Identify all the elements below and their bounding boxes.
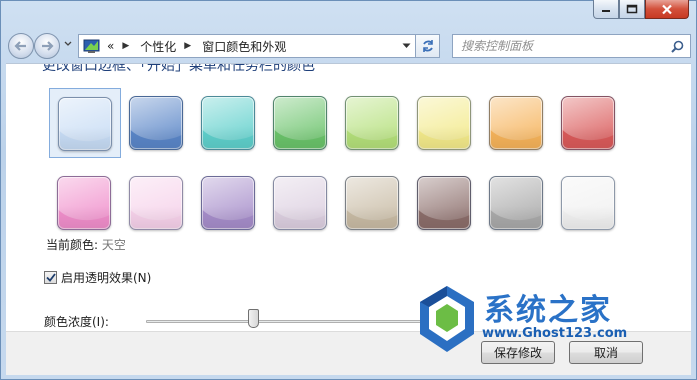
breadcrumb-personalization[interactable]: 个性化 — [140, 38, 176, 55]
arrow-left-icon — [14, 41, 26, 51]
color-swatch-ruby[interactable] — [553, 88, 625, 158]
color-swatch-sea[interactable] — [193, 88, 265, 158]
color-swatch-violet[interactable] — [193, 168, 265, 238]
minimize-button[interactable] — [593, 0, 619, 19]
transparency-option[interactable]: 启用透明效果(N) — [44, 269, 151, 286]
color-swatch-tile — [129, 176, 183, 230]
maximize-button[interactable] — [619, 0, 645, 19]
color-swatch-tile — [561, 96, 615, 150]
color-swatch-fuchsia[interactable] — [49, 168, 121, 238]
color-swatch-chocolate[interactable] — [409, 168, 481, 238]
close-button[interactable] — [645, 0, 689, 19]
watermark-url: www.Ghost123.com — [482, 326, 628, 341]
arrow-right-icon — [42, 41, 54, 51]
search-icon[interactable] — [671, 40, 684, 53]
current-color-text: 当前颜色: 天空 — [46, 236, 126, 253]
color-swatch-leaf[interactable] — [265, 88, 337, 158]
color-swatch-slate[interactable] — [481, 168, 553, 238]
caption-buttons — [593, 0, 689, 20]
current-color-value: 天空 — [101, 238, 126, 252]
color-swatch-tile — [489, 96, 543, 150]
color-swatch-tile — [345, 176, 399, 230]
color-intensity-label: 颜色浓度(I): — [44, 315, 109, 329]
address-bar[interactable]: « ▶ 个性化 ▶ 窗口颜色和外观 — [78, 34, 416, 58]
color-swatch-tile — [345, 96, 399, 150]
refresh-icon — [422, 40, 433, 52]
control-panel-icon — [83, 39, 100, 53]
checkmark-icon — [45, 273, 56, 282]
breadcrumb-window-color[interactable]: 窗口颜色和外观 — [202, 38, 286, 55]
color-swatch-twilight[interactable] — [121, 88, 193, 158]
color-intensity-slider-track[interactable] — [146, 320, 446, 323]
color-swatch-tile — [489, 176, 543, 230]
navigation-bar: « ▶ 个性化 ▶ 窗口颜色和外观 — [6, 30, 691, 60]
color-swatch-tile — [57, 176, 111, 230]
color-swatch-tile — [201, 96, 255, 150]
color-swatch-tile — [58, 97, 112, 151]
color-swatch-tile — [201, 176, 255, 230]
refresh-button[interactable] — [416, 34, 440, 58]
maximize-icon — [626, 4, 638, 14]
transparency-label[interactable]: 启用透明效果(N) — [61, 269, 151, 286]
color-swatch-frost[interactable] — [553, 168, 625, 238]
recent-pages-chevron-down-icon[interactable] — [64, 41, 72, 47]
color-swatch-tile — [273, 96, 327, 150]
forward-button[interactable] — [34, 33, 60, 59]
overflow-chevrons[interactable]: « — [107, 39, 114, 53]
color-swatch-lavender[interactable] — [265, 168, 337, 238]
color-swatch-blush[interactable] — [121, 168, 193, 238]
color-swatch-taupe[interactable] — [337, 168, 409, 238]
back-button[interactable] — [8, 33, 34, 59]
color-swatch-tile — [417, 96, 471, 150]
breadcrumb-separator[interactable]: ▶ — [122, 41, 129, 51]
color-swatch-pumpkin[interactable] — [481, 88, 553, 158]
watermark-logo-icon — [420, 286, 474, 352]
close-icon — [662, 4, 672, 14]
color-swatch-lemon[interactable] — [409, 88, 481, 158]
color-swatch-lime[interactable] — [337, 88, 409, 158]
watermark: 系统之家 www.Ghost123.com — [410, 280, 680, 360]
search-box[interactable] — [452, 34, 691, 58]
color-intensity-slider-thumb[interactable] — [248, 309, 259, 328]
color-swatch-tile — [417, 176, 471, 230]
color-swatch-天空[interactable] — [49, 88, 121, 158]
watermark-title: 系统之家 — [484, 293, 612, 328]
search-input[interactable] — [461, 39, 661, 53]
address-history-chevron-down-icon[interactable] — [402, 43, 411, 49]
breadcrumb-separator[interactable]: ▶ — [184, 41, 191, 51]
page-heading: 更改窗口边框、「开始」菜单和任务栏的颜色 — [42, 63, 315, 74]
transparency-checkbox[interactable] — [44, 271, 57, 284]
color-swatch-tile — [129, 96, 183, 150]
color-swatch-tile — [561, 176, 615, 230]
minimize-icon — [602, 10, 610, 12]
color-swatch-tile — [273, 176, 327, 230]
current-color-label: 当前颜色: — [46, 238, 99, 252]
